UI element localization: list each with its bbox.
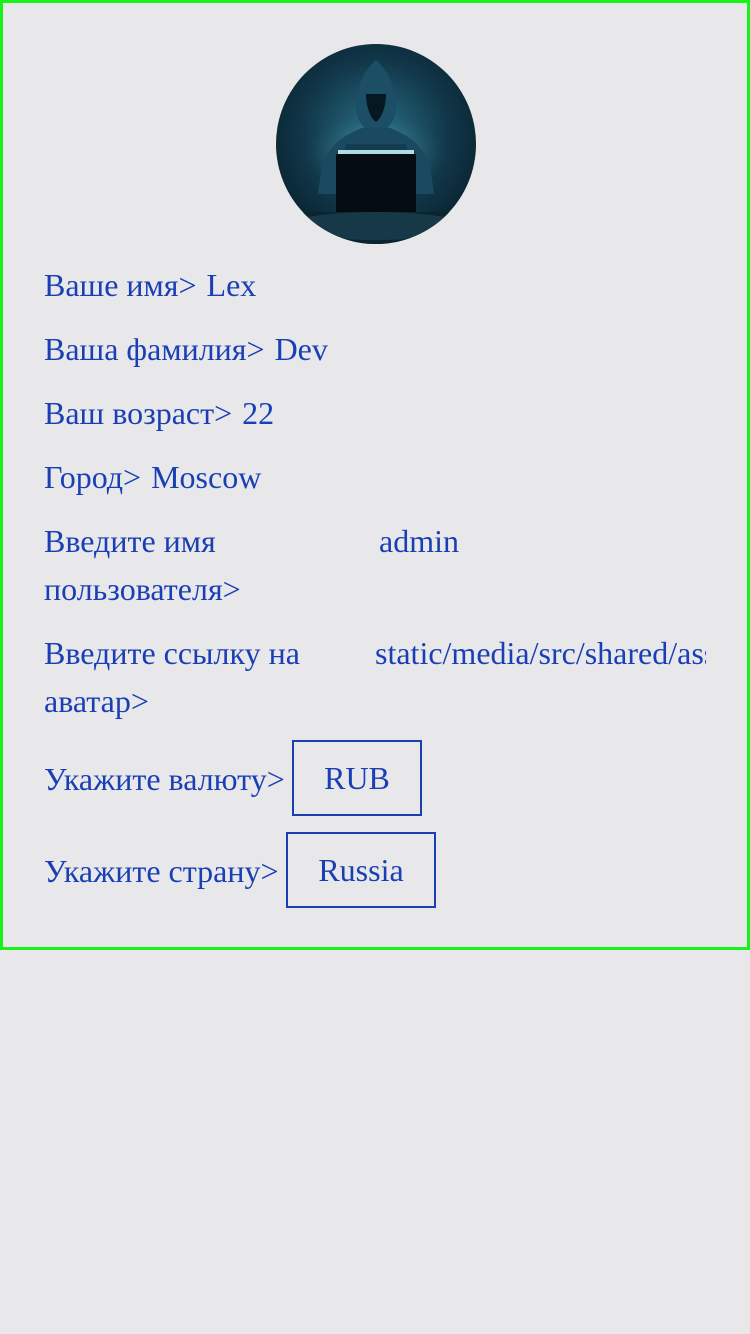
hooded-hacker-icon xyxy=(276,44,476,244)
avatar-link-row: Введите ссылку на аватар> static/media/s… xyxy=(44,629,709,725)
first-name-label: Ваше имя> xyxy=(44,267,197,303)
age-row: Ваш возраст> 22 xyxy=(44,389,274,437)
username-row: Введите имя пользователя> admin xyxy=(44,517,709,613)
username-label: Введите имя пользователя> xyxy=(44,523,241,607)
first-name-value[interactable]: Lex xyxy=(207,267,257,303)
username-value[interactable]: admin xyxy=(379,517,709,565)
country-label: Укажите страну> xyxy=(44,853,279,889)
age-value[interactable]: 22 xyxy=(242,395,274,431)
city-label: Город> xyxy=(44,459,142,495)
currency-row: Укажите валюту> xyxy=(44,755,285,803)
last-name-row: Ваша фамилия> Dev xyxy=(44,325,328,373)
currency-value: RUB xyxy=(324,760,390,796)
last-name-value[interactable]: Dev xyxy=(275,331,328,367)
currency-select[interactable]: RUB xyxy=(292,740,422,816)
avatar-link-label: Введите ссылку на аватар> xyxy=(44,635,300,719)
age-label: Ваш возраст> xyxy=(44,395,233,431)
currency-label: Укажите валюту> xyxy=(44,761,285,797)
country-value: Russia xyxy=(318,852,404,888)
country-select[interactable]: Russia xyxy=(286,832,436,908)
first-name-row: Ваше имя> Lex xyxy=(44,261,256,309)
city-value[interactable]: Moscow xyxy=(151,459,261,495)
last-name-label: Ваша фамилия> xyxy=(44,331,265,367)
country-row: Укажите страну> xyxy=(44,847,278,895)
city-row: Город> Moscow xyxy=(44,453,261,501)
avatar-link-value[interactable]: static/media/src/shared/assets xyxy=(375,629,706,677)
avatar[interactable] xyxy=(276,44,476,244)
profile-panel: Ваше имя> Lex Ваша фамилия> Dev Ваш возрас… xyxy=(0,0,750,950)
